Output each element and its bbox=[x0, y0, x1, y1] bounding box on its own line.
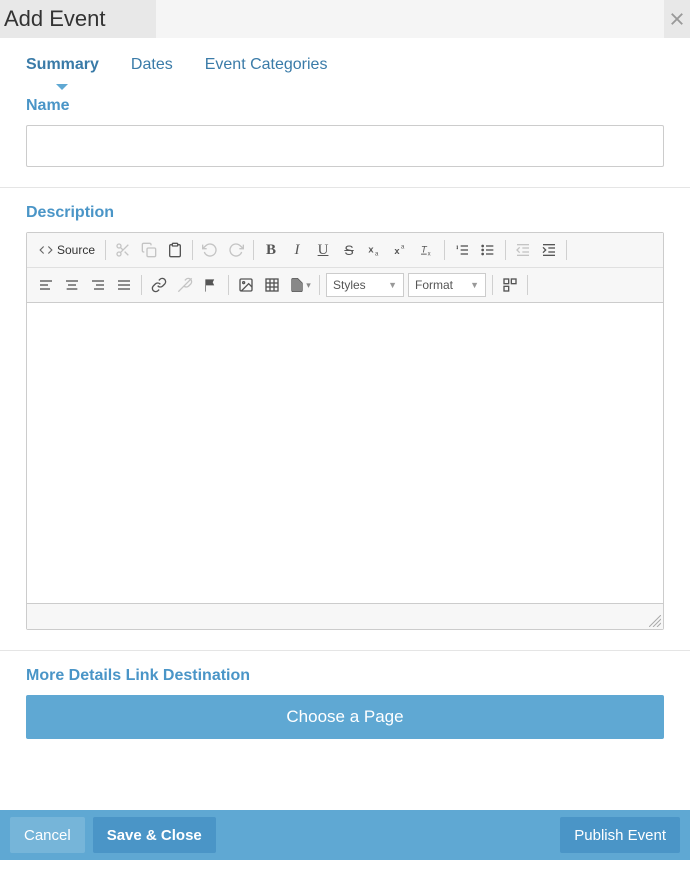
svg-text:a: a bbox=[401, 245, 405, 251]
modal-title: Add Event bbox=[0, 0, 156, 38]
align-center-icon bbox=[64, 277, 80, 293]
file-icon bbox=[289, 277, 305, 293]
align-center-button[interactable] bbox=[59, 272, 85, 298]
copy-button[interactable] bbox=[136, 237, 162, 263]
strikethrough-button[interactable]: S bbox=[336, 237, 362, 263]
flag-icon bbox=[203, 277, 219, 293]
source-icon bbox=[39, 243, 53, 257]
cut-button[interactable] bbox=[110, 237, 136, 263]
choose-page-button[interactable]: Choose a Page bbox=[26, 695, 664, 739]
modal-header: Add Event bbox=[0, 0, 690, 38]
more-details-label: More Details Link Destination bbox=[26, 667, 664, 685]
svg-text:a: a bbox=[375, 251, 379, 257]
table-button[interactable] bbox=[259, 272, 285, 298]
bold-icon: B bbox=[266, 242, 276, 259]
cancel-button[interactable]: Cancel bbox=[10, 817, 85, 853]
anchor-button[interactable] bbox=[198, 272, 224, 298]
editor-footer bbox=[27, 603, 663, 629]
image-button[interactable] bbox=[233, 272, 259, 298]
paste-button[interactable] bbox=[162, 237, 188, 263]
align-justify-button[interactable] bbox=[111, 272, 137, 298]
redo-icon bbox=[228, 242, 244, 258]
tab-event-categories[interactable]: Event Categories bbox=[205, 56, 328, 80]
align-justify-icon bbox=[116, 277, 132, 293]
name-label: Name bbox=[26, 97, 664, 115]
format-dropdown[interactable]: Format▼ bbox=[408, 273, 486, 297]
outdent-icon bbox=[515, 242, 531, 258]
save-close-button[interactable]: Save & Close bbox=[93, 817, 216, 853]
subscript-button[interactable]: xa bbox=[362, 237, 388, 263]
publish-event-button[interactable]: Publish Event bbox=[560, 817, 680, 853]
outdent-button[interactable] bbox=[510, 237, 536, 263]
align-left-button[interactable] bbox=[33, 272, 59, 298]
name-section: Name bbox=[0, 81, 690, 188]
svg-text:T: T bbox=[421, 245, 428, 255]
undo-button[interactable] bbox=[197, 237, 223, 263]
image-icon bbox=[238, 277, 254, 293]
rich-text-editor: Source B I U S xa xa Tx bbox=[26, 232, 664, 630]
italic-icon: I bbox=[295, 242, 300, 259]
tab-dates[interactable]: Dates bbox=[131, 56, 173, 80]
description-section: Description Source B I U S xa bbox=[0, 188, 690, 651]
indent-button[interactable] bbox=[536, 237, 562, 263]
superscript-icon: xa bbox=[393, 242, 409, 258]
subscript-icon: xa bbox=[367, 242, 383, 258]
resize-grip-icon[interactable] bbox=[649, 615, 661, 627]
superscript-button[interactable]: xa bbox=[388, 237, 414, 263]
undo-icon bbox=[202, 242, 218, 258]
file-button[interactable]: ▾ bbox=[285, 272, 315, 298]
svg-text:x: x bbox=[428, 251, 431, 257]
remove-format-button[interactable]: Tx bbox=[414, 237, 440, 263]
indent-icon bbox=[541, 242, 557, 258]
italic-button[interactable]: I bbox=[284, 237, 310, 263]
underline-button[interactable]: U bbox=[310, 237, 336, 263]
styles-dropdown[interactable]: Styles▼ bbox=[326, 273, 404, 297]
cut-icon bbox=[115, 242, 131, 258]
name-input[interactable] bbox=[26, 125, 664, 167]
table-icon bbox=[264, 277, 280, 293]
strikethrough-icon: S bbox=[344, 242, 353, 258]
align-left-icon bbox=[38, 277, 54, 293]
bullet-list-button[interactable] bbox=[475, 237, 501, 263]
tab-bar: Summary Dates Event Categories bbox=[0, 38, 690, 81]
link-icon bbox=[151, 277, 167, 293]
more-details-section: More Details Link Destination Choose a P… bbox=[0, 651, 690, 759]
bullet-list-icon bbox=[480, 242, 496, 258]
show-blocks-icon bbox=[502, 277, 518, 293]
remove-format-icon: Tx bbox=[419, 242, 435, 258]
copy-icon bbox=[141, 242, 157, 258]
close-button[interactable] bbox=[664, 0, 690, 38]
align-right-button[interactable] bbox=[85, 272, 111, 298]
editor-content-area[interactable] bbox=[27, 303, 663, 603]
svg-text:x: x bbox=[394, 246, 400, 256]
tab-summary[interactable]: Summary bbox=[26, 56, 99, 80]
underline-icon: U bbox=[318, 242, 329, 259]
close-icon bbox=[668, 10, 686, 28]
show-blocks-button[interactable] bbox=[497, 272, 523, 298]
svg-text:x: x bbox=[368, 245, 374, 255]
numbered-list-icon bbox=[454, 242, 470, 258]
description-label: Description bbox=[26, 204, 664, 222]
unlink-button[interactable] bbox=[172, 272, 198, 298]
redo-button[interactable] bbox=[223, 237, 249, 263]
align-right-icon bbox=[90, 277, 106, 293]
numbered-list-button[interactable] bbox=[449, 237, 475, 263]
paste-icon bbox=[167, 242, 183, 258]
link-button[interactable] bbox=[146, 272, 172, 298]
unlink-icon bbox=[177, 277, 193, 293]
bold-button[interactable]: B bbox=[258, 237, 284, 263]
source-button[interactable]: Source bbox=[33, 237, 101, 263]
modal-footer: Cancel Save & Close Publish Event bbox=[0, 810, 690, 860]
editor-toolbar: Source B I U S xa xa Tx bbox=[27, 233, 663, 303]
